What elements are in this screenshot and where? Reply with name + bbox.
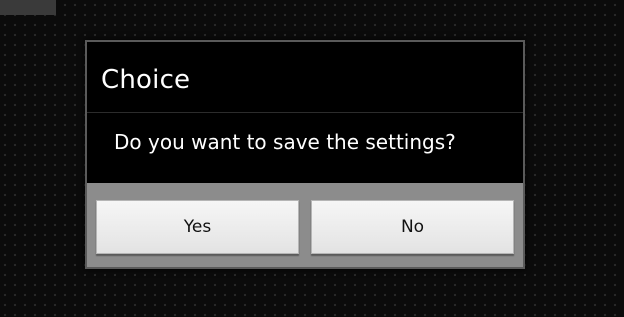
title-divider xyxy=(87,112,523,113)
dialog-button-bar: Yes No xyxy=(87,183,523,267)
dialog-message: Do you want to save the settings? xyxy=(114,130,456,154)
dialog-title: Choice xyxy=(101,65,191,95)
status-bar-fragment xyxy=(0,0,56,15)
no-button[interactable]: No xyxy=(311,200,514,254)
choice-dialog: Choice Do you want to save the settings?… xyxy=(85,40,525,269)
yes-button[interactable]: Yes xyxy=(96,200,299,254)
